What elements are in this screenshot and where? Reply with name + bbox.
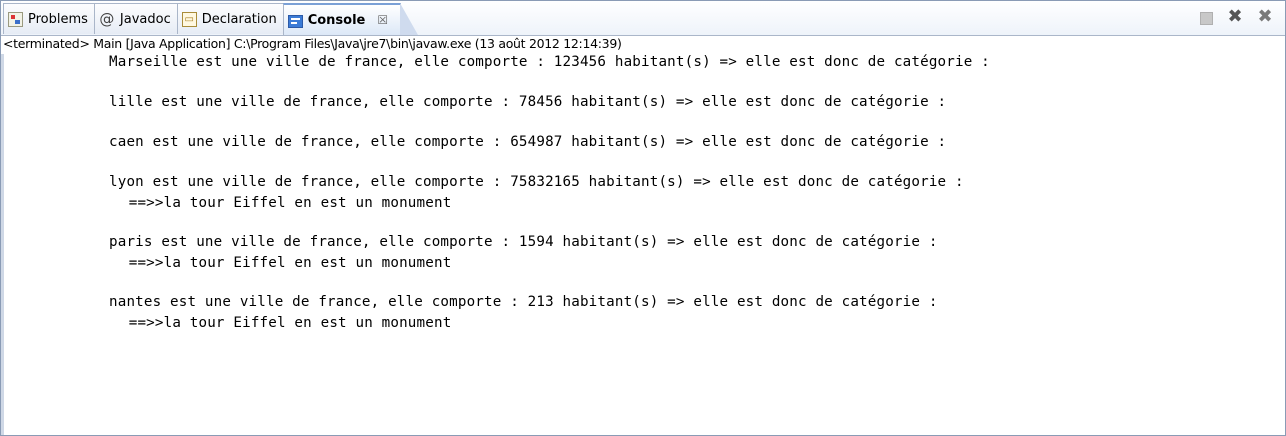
tab-label: Declaration — [201, 11, 277, 27]
tab-declaration[interactable]: ▭ Declaration — [176, 3, 284, 34]
output-line: paris est une ville de france, elle comp… — [109, 234, 938, 250]
output-line: caen est une ville de france, elle compo… — [109, 134, 947, 150]
tab-console[interactable]: Console ☒ — [282, 3, 419, 35]
view-toolbar: ✖ ✖ — [1195, 7, 1275, 27]
output-line: lyon est une ville de france, elle compo… — [109, 174, 964, 190]
problems-icon — [8, 11, 23, 27]
output-line: Marseille est une ville de france, elle … — [109, 54, 990, 70]
console-icon — [287, 14, 303, 28]
remove-launch-icon[interactable]: ✖ — [1225, 7, 1245, 27]
console-output[interactable]: Marseille est une ville de france, elle … — [1, 54, 1286, 435]
tab-javadoc[interactable]: @ Javadoc — [93, 3, 178, 34]
close-icon[interactable]: ☒ — [377, 13, 388, 27]
process-status-line: <terminated> Main [Java Application] C:\… — [3, 36, 622, 51]
output-line: ==>>la tour Eiffel en est un monument — [120, 255, 452, 271]
tab-label: Problems — [28, 11, 88, 27]
stop-icon[interactable] — [1195, 7, 1215, 27]
output-line: nantes est une ville de france, elle com… — [109, 294, 938, 310]
console-view: Problems @ Javadoc ▭ Declaration Console… — [0, 0, 1286, 436]
declaration-icon: ▭ — [181, 11, 197, 27]
output-line: ==>>la tour Eiffel en est un monument — [120, 315, 452, 331]
tab-bar: Problems @ Javadoc ▭ Declaration Console… — [1, 1, 1285, 36]
tab-problems[interactable]: Problems — [3, 3, 95, 34]
output-line: ==>>la tour Eiffel en est un monument — [120, 195, 452, 211]
tab-label: Javadoc — [119, 11, 171, 27]
tab-label: Console — [307, 12, 366, 28]
output-line: lille est une ville de france, elle comp… — [109, 94, 947, 110]
view-tabs: Problems @ Javadoc ▭ Declaration Console… — [3, 3, 419, 35]
javadoc-icon: @ — [99, 10, 115, 28]
remove-all-terminated-icon[interactable]: ✖ — [1255, 7, 1275, 27]
